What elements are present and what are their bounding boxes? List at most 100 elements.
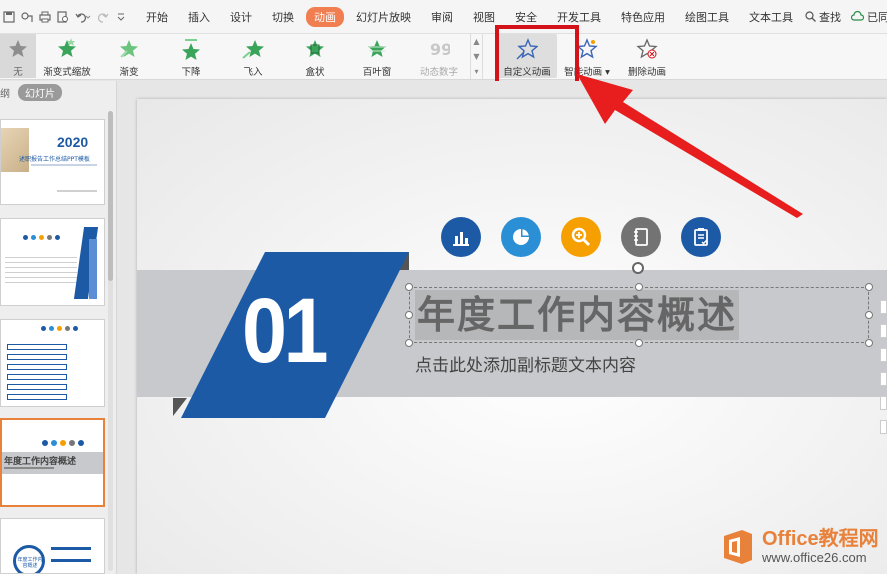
watermark-url: www.office26.com [762,550,867,565]
thumb-list-item [7,394,67,400]
anim-fade-button[interactable]: 渐变 [98,34,160,78]
slide-thumbnail-2[interactable] [0,218,105,306]
print-preview-icon[interactable] [56,10,70,24]
resize-handle-w[interactable] [405,311,413,319]
fly-in-star-icon [242,38,264,60]
slide-thumbnail-3[interactable] [0,319,105,407]
side-tool-button[interactable] [880,300,887,314]
quick-access-toolbar [0,10,128,24]
slide-panel: 纲 幻灯片 2020 述职报告工作总结PPT模板 年度工作内容概述 年度工作内容… [0,81,117,574]
anim-blinds-button[interactable]: 百叶窗 [346,34,408,78]
no-animation-label: 无 [13,67,23,78]
bar-chart-icon[interactable] [441,217,481,257]
format-painter-icon[interactable] [20,10,34,24]
checklist-icon[interactable] [681,217,721,257]
tab-slides[interactable]: 幻灯片 [18,83,62,101]
thumb-icon [51,440,57,446]
thumb-subtitle: 述职报告工作总结PPT模板 [19,156,90,163]
anim-zoom-fade-button[interactable]: 渐变式缩放 [36,34,98,78]
anim-descend-label: 下降 [181,67,201,78]
thumb-line [57,190,97,192]
animation-gallery: 渐变式缩放 渐变 下降 飞入 盒状 百叶窗 99 动态数字 ▲ ▼ ▾ [36,34,483,79]
undo-icon[interactable] [74,10,92,24]
sync-button[interactable]: 已同步 [851,9,887,25]
slide-thumbnail-5[interactable]: 年度工作内容概述 [0,518,105,574]
thumb-icon [23,235,28,240]
thumb-list [7,344,67,400]
tab-insert[interactable]: 插入 [180,7,218,27]
slide-thumbnail-1[interactable]: 2020 述职报告工作总结PPT模板 [0,119,105,205]
site-watermark: Office教程网 www.office26.com [720,520,887,574]
side-tool-button[interactable] [880,372,887,386]
tab-transition[interactable]: 切换 [264,7,302,27]
save-icon[interactable] [2,10,16,24]
watermark-text: Office教程网 www.office26.com [762,528,879,566]
anim-fly-in-button[interactable]: 飞入 [222,34,284,78]
tab-features[interactable]: 特色应用 [613,7,673,27]
delete-animation-button[interactable]: 删除动画 [617,34,677,78]
search-button[interactable]: 查找 [805,9,841,25]
resize-handle-e[interactable] [865,311,873,319]
smart-animation-star-icon [576,38,598,60]
resize-handle-nw[interactable] [405,283,413,291]
slide-title[interactable]: 年度工作内容概述 [415,290,740,340]
resize-handle-se[interactable] [865,339,873,347]
side-tool-button[interactable] [880,396,887,410]
tab-security[interactable]: 安全 [507,7,545,27]
current-slide[interactable]: 01 年度工作内容概述 点击此处添加副标题文本内容 [137,99,887,574]
expand-gallery-icon[interactable]: ▾ [474,67,478,76]
resize-handle-n[interactable] [635,283,643,291]
section-number[interactable]: 01 [242,279,329,384]
office-logo-icon [724,530,752,564]
tab-home[interactable]: 开始 [138,7,176,27]
anim-dynamic-number-button[interactable]: 99 动态数字 [408,34,470,78]
more-icon[interactable] [114,10,128,24]
magnify-icon[interactable] [561,217,601,257]
anim-descend-button[interactable]: 下降 [160,34,222,78]
thumb-list-item [7,374,67,380]
thumb-icon [41,326,46,331]
side-tool-button[interactable] [880,420,887,434]
animation-ribbon: 无 渐变式缩放 渐变 下降 飞入 盒状 百叶窗 99 动态数字 ▲ ▼ ▾ 自定… [0,34,887,80]
tab-review[interactable]: 审阅 [423,7,461,27]
thumb-icon [55,235,60,240]
tab-design[interactable]: 设计 [222,7,260,27]
resize-handle-s[interactable] [635,339,643,347]
delete-animation-label: 删除动画 [627,67,666,78]
resize-handle-sw[interactable] [405,339,413,347]
thumb-icon [78,440,84,446]
tab-slideshow[interactable]: 幻灯片放映 [348,7,419,27]
panel-scrollbar-thumb[interactable] [108,111,113,281]
no-animation-button[interactable]: 无 [0,34,36,78]
gallery-scroll[interactable]: ▲ ▼ ▾ [470,34,482,79]
thumb-icon [60,440,66,446]
tab-drawing-tools[interactable]: 绘图工具 [677,7,737,27]
anim-zoom-fade-label: 渐变式缩放 [43,67,91,78]
thumb-mini-icons [23,235,60,240]
anim-box-button[interactable]: 盒状 [284,34,346,78]
slide-subtitle[interactable]: 点击此处添加副标题文本内容 [415,351,636,376]
delete-animation-star-icon [636,38,658,60]
tab-view[interactable]: 视图 [465,7,503,27]
chevron-down-icon[interactable]: ▼ [473,52,479,61]
redo-icon[interactable] [96,10,110,24]
thumb-photo [1,128,29,172]
slide-thumbnail-4[interactable]: 年度工作内容概述 [0,418,105,507]
tab-outline[interactable]: 纲 [0,85,10,100]
icon-row [441,217,721,257]
panel-tabs: 纲 幻灯片 [0,81,116,103]
thumb-list-item [7,384,67,390]
notebook-icon[interactable] [621,217,661,257]
tab-developer[interactable]: 开发工具 [549,7,609,27]
panel-scrollbar[interactable] [108,111,113,571]
side-tool-button[interactable] [880,348,887,362]
side-tool-button[interactable] [880,324,887,338]
pie-chart-icon[interactable] [501,217,541,257]
anim-blinds-label: 百叶窗 [362,67,392,78]
tab-animation[interactable]: 动画 [306,6,344,27]
resize-handle-ne[interactable] [865,283,873,291]
rotate-handle[interactable] [632,262,644,274]
print-icon[interactable] [38,10,52,24]
chevron-up-icon[interactable]: ▲ [473,37,479,46]
tab-text-tools[interactable]: 文本工具 [741,7,801,27]
